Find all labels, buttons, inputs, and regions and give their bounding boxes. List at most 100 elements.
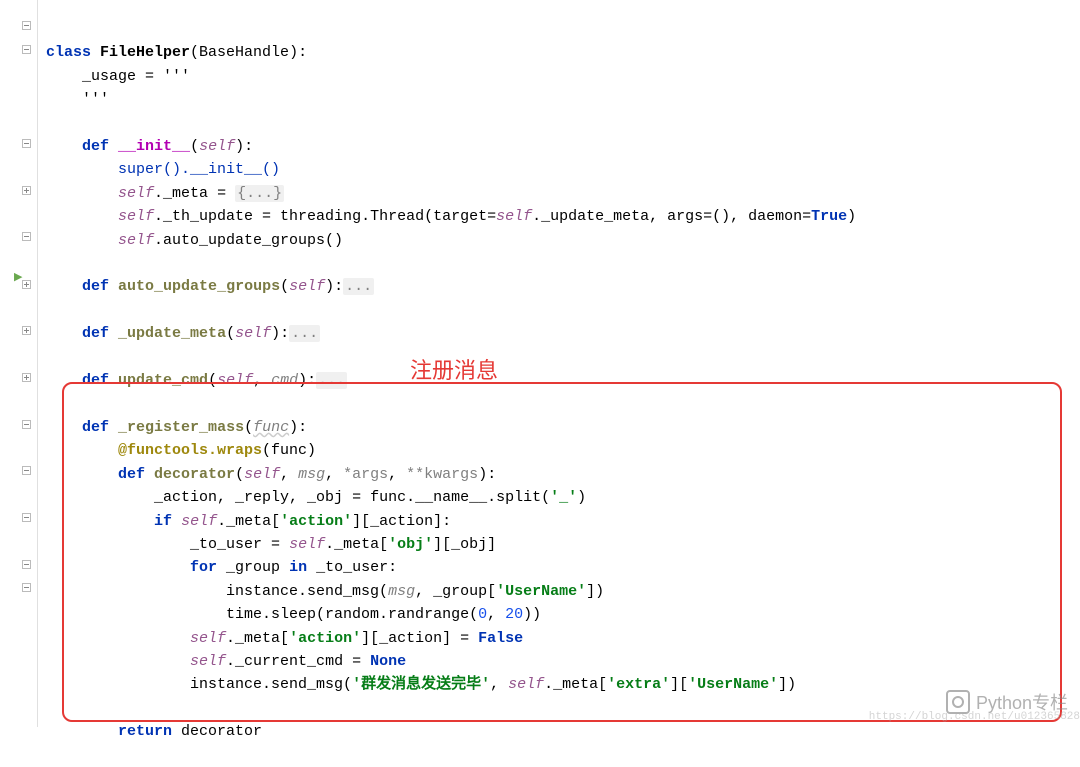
code-editor: ▶ class FileHelper(BaseHandle): _usage =…: [0, 0, 1080, 727]
annotation-label: 注册消息: [410, 353, 498, 385]
fold-icon[interactable]: [22, 21, 31, 30]
gutter: ▶: [0, 0, 38, 727]
text: .auto_update_groups(): [154, 232, 343, 249]
text: ):: [298, 372, 316, 389]
string: 'obj': [388, 536, 433, 553]
fold-icon[interactable]: [22, 186, 31, 195]
folded-icon[interactable]: {...}: [235, 185, 284, 202]
text: ][_action] =: [361, 630, 478, 647]
keyword: def: [82, 419, 109, 436]
fold-icon[interactable]: [22, 45, 31, 54]
folded-icon[interactable]: ...: [343, 278, 374, 295]
text: )): [523, 606, 541, 623]
self: self: [235, 325, 271, 342]
text: ._meta[: [325, 536, 388, 553]
string: '群发消息发送完毕': [352, 676, 490, 693]
folded-icon[interactable]: ...: [289, 325, 320, 342]
fold-icon[interactable]: [22, 232, 31, 241]
string: 'UserName': [688, 676, 778, 693]
number: 20: [505, 606, 523, 623]
function-name: _register_mass: [118, 419, 244, 436]
self: self: [190, 653, 226, 670]
text: ):: [325, 278, 343, 295]
fold-icon[interactable]: [22, 420, 31, 429]
text: ): [847, 208, 856, 225]
folded-icon[interactable]: ...: [316, 372, 347, 389]
fold-icon[interactable]: [22, 373, 31, 382]
keyword: False: [478, 630, 523, 647]
keyword: None: [370, 653, 406, 670]
param: func: [253, 419, 289, 436]
string: '_': [550, 489, 577, 506]
text: ][: [670, 676, 688, 693]
watermark-url: https://blog.csdn.net/u012365828: [869, 711, 1080, 723]
function-name: update_cmd: [118, 372, 208, 389]
fold-icon[interactable]: [22, 583, 31, 592]
param: cmd: [271, 372, 298, 389]
text: _to_user:: [307, 559, 397, 576]
text: ._th_update = threading.Thread(target=: [154, 208, 496, 225]
param: *args: [343, 466, 388, 483]
keyword: return: [118, 723, 172, 740]
self: self: [118, 232, 154, 249]
string: 'action': [280, 513, 352, 530]
text: , _group[: [415, 583, 496, 600]
text: ): [577, 489, 586, 506]
class-name: FileHelper: [100, 44, 190, 61]
fold-icon[interactable]: [22, 466, 31, 475]
keyword: if: [154, 513, 172, 530]
string: 'UserName': [496, 583, 586, 600]
self: self: [217, 372, 253, 389]
text: ):: [271, 325, 289, 342]
text: (: [226, 325, 235, 342]
function-name: decorator: [154, 466, 235, 483]
text: ._meta[: [544, 676, 607, 693]
text: .: [154, 185, 163, 202]
text: =: [208, 185, 235, 202]
keyword: def: [82, 278, 109, 295]
text: super().__init__(): [118, 161, 280, 178]
keyword: in: [289, 559, 307, 576]
self: self: [118, 208, 154, 225]
text: _usage = ''': [82, 68, 190, 85]
text: _action, _reply, _obj = func.__name__.sp…: [154, 489, 550, 506]
decorator: @functools.wraps: [118, 442, 262, 459]
text: (func): [262, 442, 316, 459]
self: self: [496, 208, 532, 225]
text: (: [235, 466, 244, 483]
text: ,: [490, 676, 508, 693]
text: (: [280, 278, 289, 295]
text: ][_obj]: [433, 536, 496, 553]
self: self: [190, 630, 226, 647]
self: self: [289, 536, 325, 553]
text: ):: [478, 466, 496, 483]
text: ):: [235, 138, 253, 155]
fold-icon[interactable]: [22, 560, 31, 569]
text: ''': [82, 91, 109, 108]
keyword: True: [811, 208, 847, 225]
fold-icon[interactable]: [22, 513, 31, 522]
self: self: [508, 676, 544, 693]
text: (: [208, 372, 217, 389]
text: _group: [217, 559, 289, 576]
text: _to_user =: [190, 536, 289, 553]
text: ._current_cmd =: [226, 653, 370, 670]
keyword: def: [82, 138, 109, 155]
self: self: [289, 278, 325, 295]
text: ._meta[: [226, 630, 289, 647]
text: _meta: [163, 185, 208, 202]
number: 0: [478, 606, 487, 623]
function-name: auto_update_groups: [118, 278, 280, 295]
self: self: [118, 185, 154, 202]
self: self: [199, 138, 235, 155]
text: (BaseHandle):: [190, 44, 307, 61]
text: (: [190, 138, 199, 155]
fold-icon[interactable]: [22, 139, 31, 148]
text: decorator: [172, 723, 262, 740]
param: msg: [298, 466, 325, 483]
text: ._update_meta, args=(), daemon=: [532, 208, 811, 225]
function-name: _update_meta: [118, 325, 226, 342]
fold-icon[interactable]: [22, 326, 31, 335]
self: self: [244, 466, 280, 483]
fold-icon[interactable]: [22, 280, 31, 289]
